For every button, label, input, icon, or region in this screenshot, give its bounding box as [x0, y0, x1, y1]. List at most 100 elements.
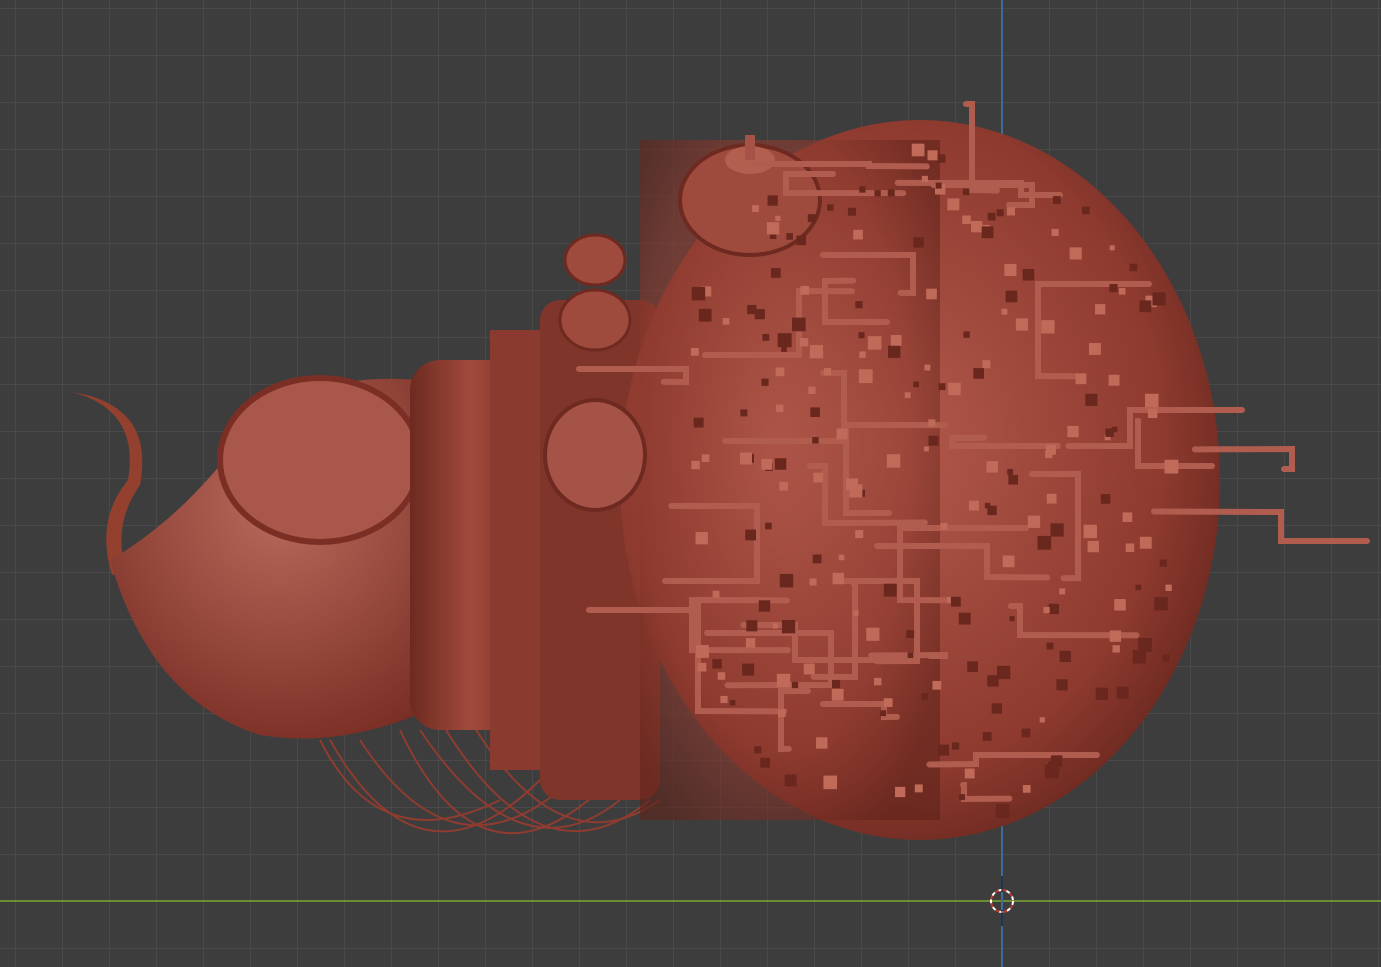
cube [813, 472, 824, 483]
cube [982, 360, 991, 369]
cube [858, 369, 873, 384]
cube [959, 794, 966, 801]
cube [1132, 650, 1147, 664]
cube [760, 757, 771, 768]
cube [911, 143, 925, 157]
cube [1105, 428, 1114, 437]
cube [1139, 536, 1152, 549]
cube [754, 309, 765, 320]
cube [1135, 584, 1142, 591]
cube [717, 672, 726, 680]
cube [855, 530, 864, 539]
cube [934, 811, 940, 817]
cube [1037, 535, 1052, 550]
cube [729, 699, 736, 706]
cube [745, 529, 756, 541]
cube [958, 612, 971, 625]
cube [967, 661, 978, 673]
cube [858, 332, 865, 339]
cube [767, 195, 778, 206]
cube [996, 209, 1004, 217]
cube [1088, 343, 1101, 355]
cube [784, 774, 797, 787]
cube [1147, 408, 1158, 419]
cube [691, 460, 700, 470]
cube [1048, 603, 1059, 615]
cube [762, 333, 770, 341]
cube [739, 452, 752, 465]
cube [796, 235, 807, 246]
cube [770, 268, 781, 278]
cube [914, 784, 923, 793]
cube [991, 703, 1003, 714]
cube [1139, 300, 1152, 313]
cube [1114, 599, 1126, 611]
cube [913, 381, 920, 388]
cube [886, 454, 901, 468]
cube [1109, 284, 1118, 293]
cube [874, 190, 881, 197]
cube [1046, 493, 1057, 504]
cube [981, 226, 994, 239]
cube [722, 318, 730, 325]
cube [907, 652, 914, 659]
cube [823, 368, 832, 376]
cube [712, 659, 722, 669]
cube [774, 458, 787, 470]
cube [1002, 555, 1015, 568]
cube [964, 768, 975, 779]
cube [1095, 687, 1108, 700]
cube [1162, 654, 1170, 662]
cube [996, 665, 1011, 680]
cube [772, 623, 779, 629]
cube [832, 679, 841, 689]
cube [761, 378, 769, 386]
cube [1045, 450, 1053, 459]
cube [1006, 207, 1016, 216]
cube [799, 338, 809, 347]
cube [1015, 318, 1029, 331]
cube [932, 680, 942, 690]
cube [695, 532, 708, 545]
cube [1048, 761, 1060, 773]
cube [701, 454, 710, 463]
cube [847, 207, 856, 216]
model[interactable] [0, 0, 1381, 967]
cube [697, 662, 707, 672]
cube [888, 345, 901, 358]
cube [777, 709, 786, 718]
cube [752, 205, 759, 212]
cube [1108, 374, 1120, 386]
cube [766, 222, 780, 235]
cube [776, 673, 791, 688]
cube [913, 237, 924, 248]
cube [838, 554, 845, 561]
cube [1005, 290, 1018, 303]
cube [890, 335, 902, 346]
cube [963, 331, 970, 338]
cube [765, 522, 772, 530]
cube [809, 578, 817, 586]
cube [690, 347, 699, 356]
3d-viewport[interactable] [0, 0, 1381, 967]
cube [812, 554, 822, 564]
3d-cursor-icon[interactable] [990, 876, 1014, 926]
cube [1041, 320, 1055, 334]
cube [754, 746, 762, 754]
cube [962, 188, 970, 196]
cube [1159, 559, 1167, 567]
cube [1027, 515, 1041, 528]
cube [810, 407, 820, 417]
cube [950, 596, 961, 607]
cube [1122, 512, 1133, 523]
cube [786, 233, 793, 240]
cube [745, 638, 756, 648]
cube [812, 437, 819, 444]
cube [781, 346, 787, 352]
cube [1138, 638, 1152, 652]
cube [906, 630, 915, 639]
cube [1067, 425, 1079, 438]
cube [827, 204, 834, 211]
cube [1094, 304, 1106, 315]
cube [831, 688, 844, 701]
